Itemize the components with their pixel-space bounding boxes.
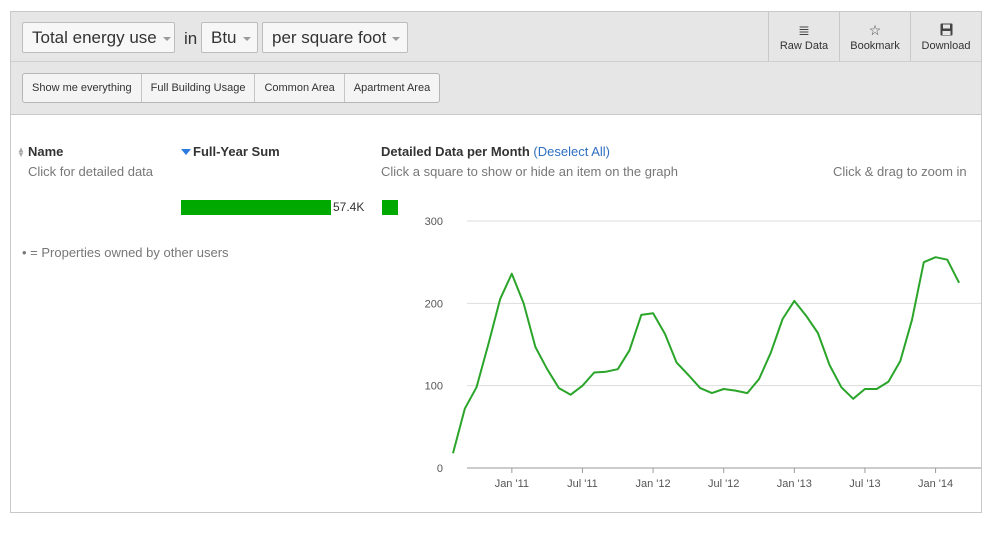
data-point[interactable]	[591, 369, 597, 375]
raw-data-button[interactable]: ≣ Raw Data	[768, 12, 839, 61]
data-point[interactable]	[674, 360, 680, 366]
toolbar: Total energy use in Btu per square foot …	[11, 12, 981, 115]
normalization-dropdown-label: per square foot	[272, 28, 387, 47]
data-point[interactable]	[685, 372, 691, 378]
data-point[interactable]	[662, 331, 668, 337]
data-point[interactable]	[568, 392, 574, 398]
data-point[interactable]	[791, 298, 797, 304]
data-point[interactable]	[803, 313, 809, 319]
filter-common-area[interactable]: Common Area	[255, 74, 345, 102]
monthly-line-chart[interactable]: 0 100 200 300 Jan '11 Jul '11 Jan '12 Jul '12 Ja…	[411, 207, 981, 497]
data-point[interactable]	[780, 316, 786, 322]
name-column-header[interactable]: Name	[28, 144, 63, 159]
data-point[interactable]	[579, 383, 585, 389]
zoom-hint: Click & drag to zoom in	[833, 164, 967, 179]
data-point[interactable]	[544, 366, 550, 372]
x-tick-label: Jan '14	[918, 478, 953, 490]
filter-show-everything[interactable]: Show me everything	[23, 74, 142, 102]
normalization-dropdown[interactable]: per square foot	[262, 22, 408, 53]
sum-column-header[interactable]: Full-Year Sum	[193, 144, 280, 159]
filter-button-group: Show me everything Full Building Usage C…	[22, 73, 441, 103]
data-point[interactable]	[744, 390, 750, 396]
unit-dropdown-label: Btu	[211, 28, 237, 47]
floppy-disk-icon	[911, 23, 981, 37]
bookmark-label: Bookmark	[850, 40, 900, 52]
chevron-down-icon	[242, 36, 251, 41]
data-point[interactable]	[497, 296, 503, 302]
data-point[interactable]	[521, 300, 527, 306]
metric-dropdown-label: Total energy use	[32, 28, 157, 47]
series-toggle-square[interactable]	[382, 200, 398, 215]
x-tick-label: Jul '13	[849, 478, 880, 490]
deselect-all-link[interactable]: (Deselect All)	[533, 144, 610, 159]
name-column-hint: Click for detailed data	[28, 164, 154, 179]
sort-desc-icon	[181, 149, 191, 155]
x-tick-label: Jul '12	[708, 478, 739, 490]
data-point[interactable]	[556, 385, 562, 391]
chevron-down-icon	[392, 36, 401, 41]
energy-report-panel: Total energy use in Btu per square foot …	[10, 11, 982, 513]
full-year-sum-value: 57.4K	[333, 200, 365, 214]
chevron-down-icon	[162, 36, 171, 41]
data-point[interactable]	[909, 317, 915, 323]
data-point[interactable]	[850, 396, 856, 402]
sort-icon[interactable]: ▲ ▼	[17, 146, 25, 159]
data-point[interactable]	[603, 369, 609, 375]
download-button[interactable]: Download	[910, 12, 981, 61]
detail-column-header: Detailed Data per Month (Deselect All)	[381, 144, 610, 159]
data-point[interactable]	[862, 386, 868, 392]
data-point[interactable]	[638, 312, 644, 318]
data-point[interactable]	[956, 280, 962, 286]
data-point[interactable]	[756, 376, 762, 382]
data-point[interactable]	[509, 271, 515, 277]
data-point[interactable]	[838, 384, 844, 390]
download-label: Download	[921, 40, 971, 52]
toolbar-divider	[11, 61, 981, 62]
unit-dropdown[interactable]: Btu	[201, 22, 258, 53]
data-point[interactable]	[933, 254, 939, 260]
y-tick-label: 100	[425, 381, 443, 393]
data-point[interactable]	[627, 347, 633, 353]
data-point[interactable]	[462, 406, 468, 412]
star-icon: ☆	[868, 22, 882, 38]
data-point[interactable]	[815, 330, 821, 336]
detail-column-title: Detailed Data per Month	[381, 144, 530, 159]
raw-data-label: Raw Data	[779, 40, 829, 52]
data-point[interactable]	[721, 386, 727, 392]
data-point[interactable]	[944, 257, 950, 263]
filter-full-building-usage[interactable]: Full Building Usage	[142, 74, 256, 102]
filter-apartment-area[interactable]: Apartment Area	[345, 74, 439, 102]
other-users-note: • = Properties owned by other users	[22, 245, 229, 260]
bookmark-button[interactable]: ☆ Bookmark	[839, 12, 910, 61]
x-tick-label: Jan '11	[495, 478, 529, 490]
data-point[interactable]	[768, 350, 774, 356]
data-point[interactable]	[921, 259, 927, 265]
data-point[interactable]	[474, 384, 480, 390]
x-tick-label: Jul '11	[567, 478, 598, 490]
x-tick-label: Jan '13	[777, 478, 812, 490]
data-point[interactable]	[615, 366, 621, 372]
y-tick-label: 0	[437, 463, 443, 475]
metric-dropdown[interactable]: Total energy use	[22, 22, 175, 53]
data-point[interactable]	[874, 386, 880, 392]
in-label: in	[184, 29, 198, 48]
y-tick-label: 200	[425, 298, 443, 310]
data-point[interactable]	[885, 379, 891, 385]
full-year-sum-bar[interactable]	[181, 200, 331, 215]
data-point[interactable]	[450, 450, 456, 456]
data-point[interactable]	[732, 388, 738, 394]
data-point[interactable]	[485, 342, 491, 348]
data-point[interactable]	[532, 344, 538, 350]
data-point[interactable]	[650, 310, 656, 316]
data-point[interactable]	[709, 390, 715, 396]
data-point[interactable]	[897, 358, 903, 364]
detail-column-hint: Click a square to show or hide an item o…	[381, 164, 679, 179]
series-line[interactable]	[452, 256, 960, 454]
y-tick-label: 300	[425, 216, 443, 228]
list-icon: ≣	[798, 22, 810, 38]
data-point[interactable]	[697, 385, 703, 391]
x-tick-label: Jan '12	[636, 478, 671, 490]
data-point[interactable]	[827, 362, 833, 368]
